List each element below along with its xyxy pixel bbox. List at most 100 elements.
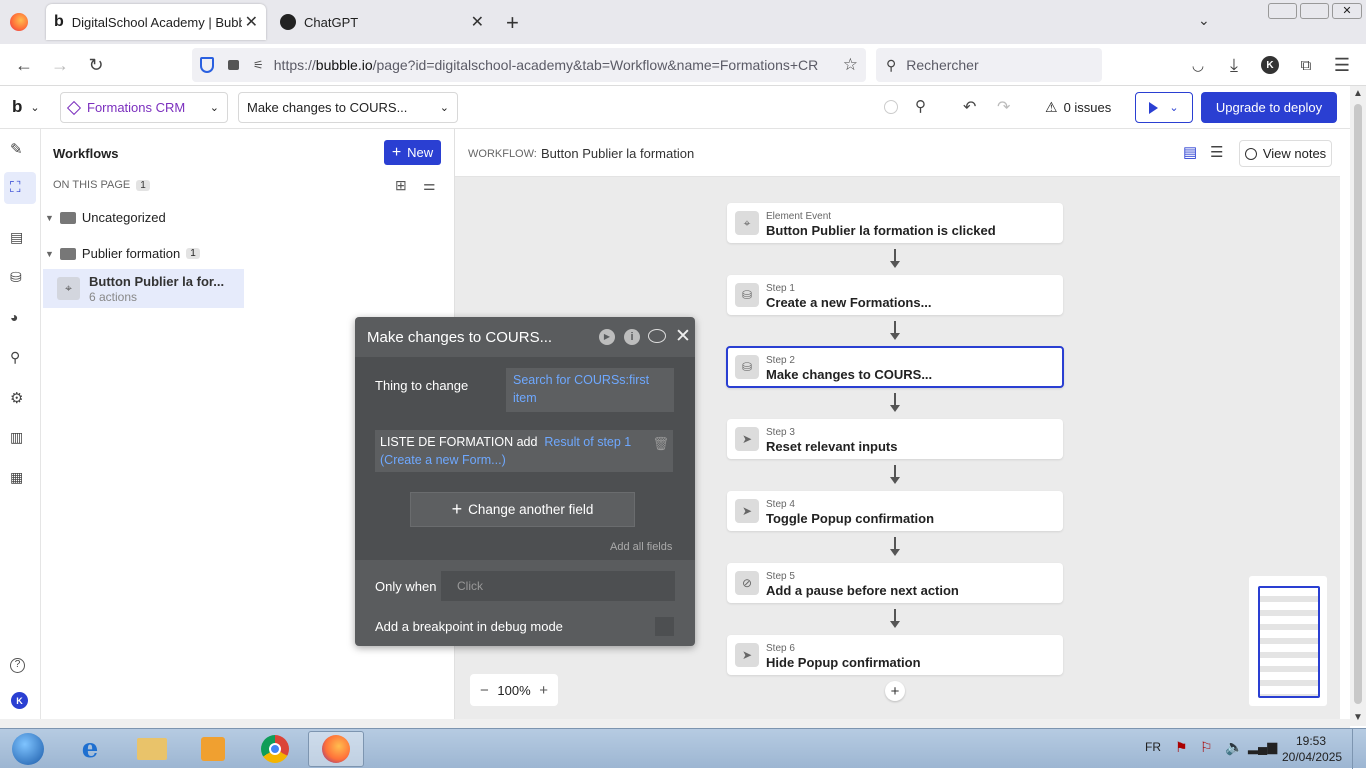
step-card-selected[interactable]: ⛁ Step 2 Make changes to COURS... — [726, 346, 1064, 388]
permissions-icon: ⚟ — [253, 58, 264, 72]
reload-icon[interactable]: ↻ — [84, 53, 108, 77]
design-pencil-icon[interactable]: ✎ — [10, 140, 30, 160]
list-view-icon[interactable]: ☰ — [1210, 143, 1223, 161]
volume-icon[interactable]: 🔈 — [1225, 738, 1244, 756]
minimize-button[interactable] — [1268, 3, 1297, 19]
database-icon[interactable]: ⛁ — [10, 269, 30, 289]
taskbar-explorer[interactable] — [124, 731, 180, 767]
extensions-icon[interactable]: ⧉ — [1294, 53, 1318, 77]
trash-icon[interactable]: 🗑 — [652, 435, 669, 453]
only-when-input[interactable]: Click — [441, 571, 675, 601]
pause-icon: ⊘ — [735, 571, 759, 595]
new-folder-icon[interactable]: ⊞ — [395, 177, 407, 194]
database-icon: ⛁ — [735, 283, 759, 307]
tab-bubble[interactable]: b DigitalSchool Academy | Bubble ✕ — [46, 4, 266, 40]
info-icon[interactable]: i — [624, 329, 640, 345]
thing-to-change-field[interactable]: Search for COURSs:first item — [506, 368, 674, 412]
template-icon[interactable]: ▦ — [10, 469, 30, 489]
bookmark-star-icon[interactable]: ☆ — [843, 55, 858, 75]
close-tab-icon[interactable]: ✕ — [245, 12, 258, 32]
close-window-button[interactable]: ✕ — [1332, 3, 1362, 19]
hamburger-menu-icon[interactable]: ☰ — [1330, 53, 1354, 77]
styles-palette-icon[interactable]: ◕ — [10, 309, 30, 329]
network-signal-icon[interactable]: ▂▄▆ — [1248, 739, 1277, 755]
close-tab-icon[interactable]: ✕ — [471, 12, 484, 32]
downloads-icon[interactable]: ⤓ — [1222, 53, 1246, 77]
page-scrollbar[interactable]: ▲ ▼ — [1350, 86, 1366, 726]
zoom-in-icon[interactable]: + — [539, 682, 548, 699]
zoom-out-icon[interactable]: − — [480, 682, 489, 699]
check-status-icon — [884, 100, 898, 114]
add-all-fields-link[interactable]: Add all fields — [610, 541, 672, 553]
element-select[interactable]: Make changes to COURS... ⌄ — [238, 92, 458, 123]
firefox-menu-icon[interactable] — [10, 13, 28, 31]
breakpoint-checkbox[interactable] — [655, 617, 674, 636]
logs-chart-icon[interactable]: ▥ — [10, 429, 30, 449]
help-icon[interactable]: ? — [10, 658, 25, 673]
forward-arrow-icon[interactable]: → — [48, 53, 72, 77]
chatgpt-favicon-icon — [280, 14, 296, 30]
scroll-thumb[interactable] — [1354, 104, 1362, 704]
caret-down-icon: ▼ — [45, 212, 54, 223]
list-tabs-chevron-icon[interactable]: ⌄ — [1198, 12, 1210, 29]
step-card[interactable]: ➤ Step 6 Hide Popup confirmation — [727, 635, 1063, 675]
minimap[interactable] — [1249, 576, 1327, 706]
event-card[interactable]: ⌖ Element Event Button Publier la format… — [727, 203, 1063, 243]
bubble-logo-menu[interactable]: b ⌄ — [12, 97, 40, 117]
redo-icon[interactable]: ↷ — [997, 97, 1010, 117]
tab-chatgpt[interactable]: ChatGPT ✕ — [272, 4, 492, 40]
flow-arrow-icon — [890, 321, 900, 340]
card-view-icon[interactable]: ▤ — [1183, 143, 1197, 161]
clock-time[interactable]: 19:53 — [1296, 734, 1326, 748]
add-step-button[interactable]: + — [885, 681, 905, 701]
new-tab-icon[interactable]: + — [506, 10, 519, 36]
workflow-icon[interactable]: ⛶ — [10, 179, 30, 199]
data-icon[interactable]: ▤ — [10, 229, 30, 249]
search-bar[interactable]: ⚲ Rechercher — [876, 48, 1102, 82]
taskbar-chrome[interactable] — [247, 731, 303, 767]
workflow-list-item[interactable]: ⌖ Button Publier la for... 6 actions — [43, 269, 244, 308]
minimap-viewport[interactable] — [1258, 586, 1320, 698]
step-card[interactable]: ➤ Step 4 Toggle Popup confirmation — [727, 491, 1063, 531]
plugins-icon[interactable]: ⚲ — [10, 349, 30, 369]
workflow-name[interactable]: Button Publier la formation — [541, 146, 694, 161]
new-workflow-button[interactable]: + New — [384, 140, 441, 165]
view-notes-button[interactable]: View notes — [1239, 140, 1332, 167]
scroll-down-icon[interactable]: ▼ — [1353, 712, 1363, 723]
user-avatar[interactable]: K — [11, 692, 28, 709]
url-bar[interactable]: ⚟ https://bubble.io/page?id=digitalschoo… — [192, 48, 866, 82]
run-action-icon[interactable]: ▶ — [599, 329, 615, 345]
filter-sliders-icon[interactable]: ⚌ — [423, 177, 436, 194]
language-indicator[interactable]: FR — [1145, 740, 1161, 754]
profile-avatar[interactable]: K — [1258, 53, 1282, 77]
taskbar-firefox-active[interactable] — [308, 731, 364, 767]
field-change-row[interactable]: LISTE DE FORMATION add Result of step 1 … — [375, 430, 673, 472]
clock-date[interactable]: 20/04/2025 — [1282, 750, 1342, 764]
folder-uncategorized[interactable]: ▼ Uncategorized — [45, 210, 166, 225]
close-icon[interactable]: ✕ — [675, 325, 691, 348]
search-icon[interactable]: ⚲ — [915, 97, 926, 115]
issues-indicator[interactable]: ⚠ 0 issues — [1045, 99, 1111, 116]
tray-flag-icon[interactable]: ⚑ — [1175, 739, 1188, 756]
taskbar-media[interactable] — [185, 731, 241, 767]
preview-button[interactable]: ⌄ — [1135, 92, 1193, 123]
step-card[interactable]: ⛁ Step 1 Create a new Formations... — [727, 275, 1063, 315]
settings-gear-icon[interactable]: ⚙ — [10, 389, 30, 409]
tray-action-center-icon[interactable]: ⚐ — [1200, 739, 1213, 756]
start-button[interactable] — [0, 731, 56, 767]
back-arrow-icon[interactable]: ← — [12, 53, 36, 77]
folder-icon — [59, 247, 76, 260]
comment-icon[interactable] — [648, 329, 666, 343]
maximize-button[interactable] — [1300, 3, 1329, 19]
change-another-field-button[interactable]: + Change another field — [410, 492, 635, 527]
undo-icon[interactable]: ↶ — [963, 97, 976, 117]
show-desktop-button[interactable] — [1352, 729, 1366, 769]
pocket-icon[interactable]: ◡ — [1186, 53, 1210, 77]
step-card[interactable]: ➤ Step 3 Reset relevant inputs — [727, 419, 1063, 459]
folder-publier-formation[interactable]: ▼ Publier formation 1 — [45, 246, 200, 261]
step-card[interactable]: ⊘ Step 5 Add a pause before next action — [727, 563, 1063, 603]
taskbar-ie[interactable]: e — [62, 731, 118, 767]
upgrade-to-deploy-button[interactable]: Upgrade to deploy — [1201, 92, 1337, 123]
page-select[interactable]: Formations CRM ⌄ — [60, 92, 228, 123]
scroll-up-icon[interactable]: ▲ — [1353, 88, 1363, 99]
